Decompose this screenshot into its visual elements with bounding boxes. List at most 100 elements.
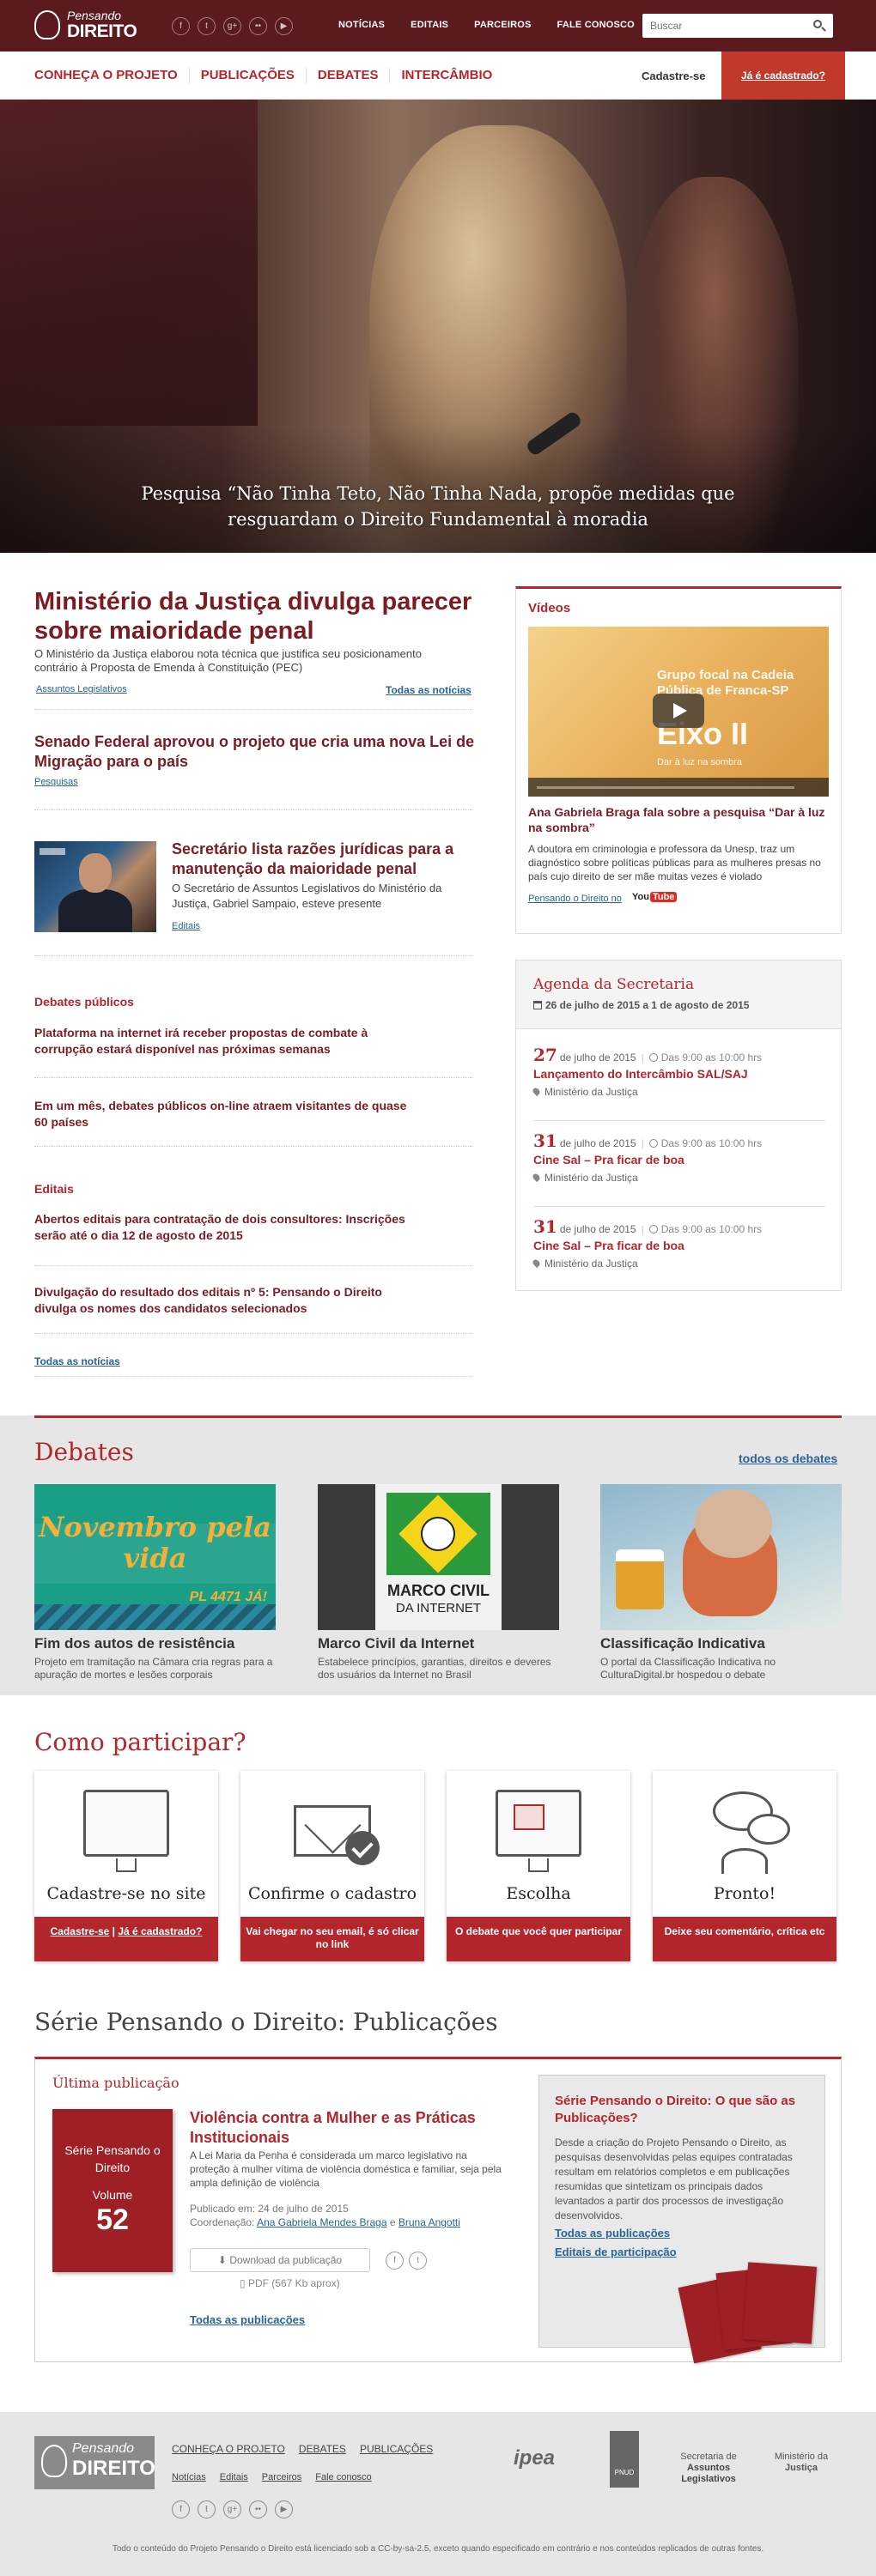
facebook-icon[interactable]: f bbox=[172, 17, 190, 35]
twitter-icon[interactable]: t bbox=[198, 2500, 216, 2518]
video-controls[interactable] bbox=[528, 778, 829, 797]
event-place: Ministério da Justiça bbox=[531, 1258, 825, 1270]
story3-tag[interactable]: Editais bbox=[172, 921, 200, 931]
flickr-icon[interactable]: •• bbox=[249, 2500, 267, 2518]
coordinator-link[interactable]: Bruna Angotti bbox=[398, 2216, 460, 2228]
footer-nav-parceiros[interactable]: Parceiros bbox=[262, 2472, 301, 2482]
step-footer: O debate que você quer participar bbox=[447, 1917, 630, 1961]
debate-desc: O portal da Classificação Indicativa no … bbox=[600, 1656, 776, 1681]
login-button[interactable]: Já é cadastrado? bbox=[721, 52, 845, 100]
publication-title[interactable]: Violência contra a Mulher e as Práticas … bbox=[190, 2108, 508, 2148]
footer-nav-publicacoes[interactable]: PUBLICAÇÕES bbox=[360, 2443, 433, 2455]
agenda-widget: Agenda da Secretaria 26 de julho de 2015… bbox=[515, 960, 842, 1291]
publication-cover[interactable]: Série Pensando o Direito Volume 52 bbox=[52, 2109, 173, 2272]
footer-nav-debates[interactable]: DEBATES bbox=[299, 2443, 346, 2455]
search-icon[interactable] bbox=[812, 19, 826, 33]
video-player[interactable]: Grupo focal na Cadeia Pública de Franca-… bbox=[528, 627, 829, 797]
top-nav-parceiros[interactable]: PARCEIROS bbox=[474, 20, 531, 30]
search-input[interactable] bbox=[642, 14, 806, 38]
edital-news-item[interactable]: Abertos editais para contratação de dois… bbox=[34, 1211, 421, 1244]
hero-banner[interactable]: Pesquisa “Não Tinha Teto, Não Tinha Nada… bbox=[0, 100, 876, 553]
story3-title[interactable]: Secretário lista razões jurídicas para a… bbox=[172, 839, 472, 879]
lead-story-tag[interactable]: Assuntos Legislativos bbox=[36, 684, 127, 694]
logo-line1: Pensando bbox=[67, 9, 122, 22]
debate-news-item[interactable]: Plataforma na internet irá receber propo… bbox=[34, 1025, 421, 1058]
flickr-icon[interactable]: •• bbox=[249, 17, 267, 35]
debate-image[interactable] bbox=[600, 1484, 842, 1630]
nav-intercambio[interactable]: INTERCÂMBIO bbox=[389, 68, 503, 83]
debate-title[interactable]: Classificação Indicativa bbox=[600, 1635, 842, 1652]
google-plus-icon[interactable]: g+ bbox=[223, 2500, 241, 2518]
footer-nav-fale-conosco[interactable]: Fale conosco bbox=[315, 2472, 371, 2482]
event-title[interactable]: Cine Sal – Pra ficar de boa bbox=[533, 1239, 825, 1252]
event-title[interactable]: Cine Sal – Pra ficar de boa bbox=[533, 1153, 825, 1167]
youtube-logo[interactable]: You Tube bbox=[632, 892, 678, 906]
partner-pnud-logo[interactable]: PNUD bbox=[610, 2431, 639, 2488]
site-logo[interactable]: Pensando DIREITO bbox=[34, 7, 142, 45]
debate-image[interactable]: MARCO CIVIL DA INTERNET bbox=[318, 1484, 559, 1630]
video-thumb-line3: Dar à luz na sombra bbox=[657, 757, 743, 767]
debate-card[interactable]: Classificação Indicativa O portal da Cla… bbox=[600, 1484, 842, 1682]
editais-link[interactable]: Editais de participação bbox=[555, 2246, 677, 2258]
nav-debates[interactable]: DEBATES bbox=[305, 68, 390, 83]
twitter-icon[interactable]: t bbox=[198, 17, 216, 35]
partner-mj-logo[interactable]: Ministério da Justiça bbox=[763, 2452, 840, 2474]
facebook-icon[interactable]: f bbox=[386, 2252, 404, 2270]
facebook-icon[interactable]: f bbox=[172, 2500, 190, 2518]
agenda-event[interactable]: 31 de julho de 2015 | Das 9:00 as 10:00 hrs… bbox=[531, 1130, 825, 1184]
divider bbox=[34, 809, 472, 810]
twitter-icon[interactable]: t bbox=[409, 2252, 427, 2270]
google-plus-icon[interactable]: g+ bbox=[223, 17, 241, 35]
debate-news-item[interactable]: Em um mês, debates públicos on-line atra… bbox=[34, 1098, 421, 1130]
agenda-event[interactable]: 27 de julho de 2015 | Das 9:00 as 10:00 hrs… bbox=[531, 1045, 825, 1098]
lead-story-title[interactable]: Ministério da Justiça divulga parecer so… bbox=[34, 587, 481, 646]
nav-publicacoes[interactable]: PUBLICAÇÕES bbox=[188, 68, 306, 83]
footer-logo[interactable]: Pensando DIREITO bbox=[34, 2436, 155, 2489]
footer-nav-editais[interactable]: Editais bbox=[220, 2472, 248, 2482]
top-nav-fale-conosco[interactable]: FALE CONOSCO bbox=[557, 20, 635, 30]
event-place: Ministério da Justiça bbox=[531, 1172, 825, 1184]
footer-nav-conheca[interactable]: CONHEÇA O PROJETO bbox=[172, 2443, 285, 2455]
person-icon bbox=[721, 1848, 768, 1874]
video-title[interactable]: Ana Gabriela Braga fala sobre a pesquisa… bbox=[528, 804, 829, 835]
nav-conheca-o-projeto[interactable]: CONHEÇA O PROJETO bbox=[34, 68, 189, 83]
partner-sal-logo[interactable]: Secretaria de Assuntos Legislativos bbox=[661, 2452, 756, 2485]
clock-icon bbox=[648, 1225, 658, 1233]
debate-image[interactable]: Novembro pela vida PL 4471 JÁ! bbox=[34, 1484, 276, 1630]
story3-photo[interactable] bbox=[34, 841, 156, 932]
partner-ipea-logo[interactable]: ipea bbox=[514, 2446, 555, 2470]
top-nav-editais[interactable]: EDITAIS bbox=[411, 20, 448, 30]
microphone-icon bbox=[421, 1517, 455, 1551]
footer-nav-noticias[interactable]: Notícias bbox=[172, 2472, 206, 2482]
all-publications-link[interactable]: Todas as publicações bbox=[555, 2227, 670, 2240]
debate-card[interactable]: MARCO CIVIL DA INTERNET Marco Civil da I… bbox=[318, 1484, 559, 1682]
youtube-icon[interactable]: ▶ bbox=[275, 2500, 293, 2518]
all-news-link-bottom[interactable]: Todas as notícias bbox=[34, 1355, 120, 1367]
register-link[interactable]: Cadastre-se bbox=[642, 70, 705, 82]
video-source-link[interactable]: Pensando o Direito no bbox=[528, 894, 622, 904]
debate-title[interactable]: Marco Civil da Internet bbox=[318, 1635, 559, 1652]
speech-bubble-icon bbox=[747, 1814, 790, 1845]
divider bbox=[34, 1376, 472, 1377]
agenda-event[interactable]: 31 de julho de 2015 | Das 9:00 as 10:00 hrs… bbox=[531, 1216, 825, 1270]
debate-card[interactable]: Novembro pela vida PL 4471 JÁ! Fim dos a… bbox=[34, 1484, 276, 1682]
download-button[interactable]: ⬇ Download da publicação bbox=[190, 2248, 370, 2272]
play-icon[interactable] bbox=[653, 694, 704, 728]
coordinator-link[interactable]: Ana Gabriela Mendes Braga bbox=[257, 2216, 386, 2228]
edital-news-item[interactable]: Divulgação do resultado dos editais nº 5… bbox=[34, 1284, 421, 1317]
story2-title[interactable]: Senado Federal aprovou o projeto que cri… bbox=[34, 732, 481, 772]
step-footer: Deixe seu comentário, crítica etc bbox=[653, 1917, 836, 1961]
youtube-icon[interactable]: ▶ bbox=[275, 17, 293, 35]
debate-title[interactable]: Fim dos autos de resistência bbox=[34, 1635, 276, 1652]
divider bbox=[34, 1265, 472, 1266]
event-title[interactable]: Lançamento do Intercâmbio SAL/SAJ bbox=[533, 1067, 825, 1081]
top-nav-noticias[interactable]: NOTÍCIAS bbox=[338, 20, 385, 30]
story2-tag[interactable]: Pesquisas bbox=[34, 777, 78, 787]
all-debates-link[interactable]: todos os debates bbox=[739, 1452, 837, 1465]
login-link[interactable]: Já é cadastrado? bbox=[118, 1925, 202, 1937]
all-news-link-top[interactable]: Todas as notícias bbox=[386, 684, 471, 696]
register-link[interactable]: Cadastre-se bbox=[51, 1925, 110, 1937]
hero-caption[interactable]: Pesquisa “Não Tinha Teto, Não Tinha Nada… bbox=[94, 481, 782, 532]
all-publications-link[interactable]: Todas as publicações bbox=[190, 2313, 305, 2326]
debates-section: Debates todos os debates Novembro pela v… bbox=[0, 1415, 876, 1695]
